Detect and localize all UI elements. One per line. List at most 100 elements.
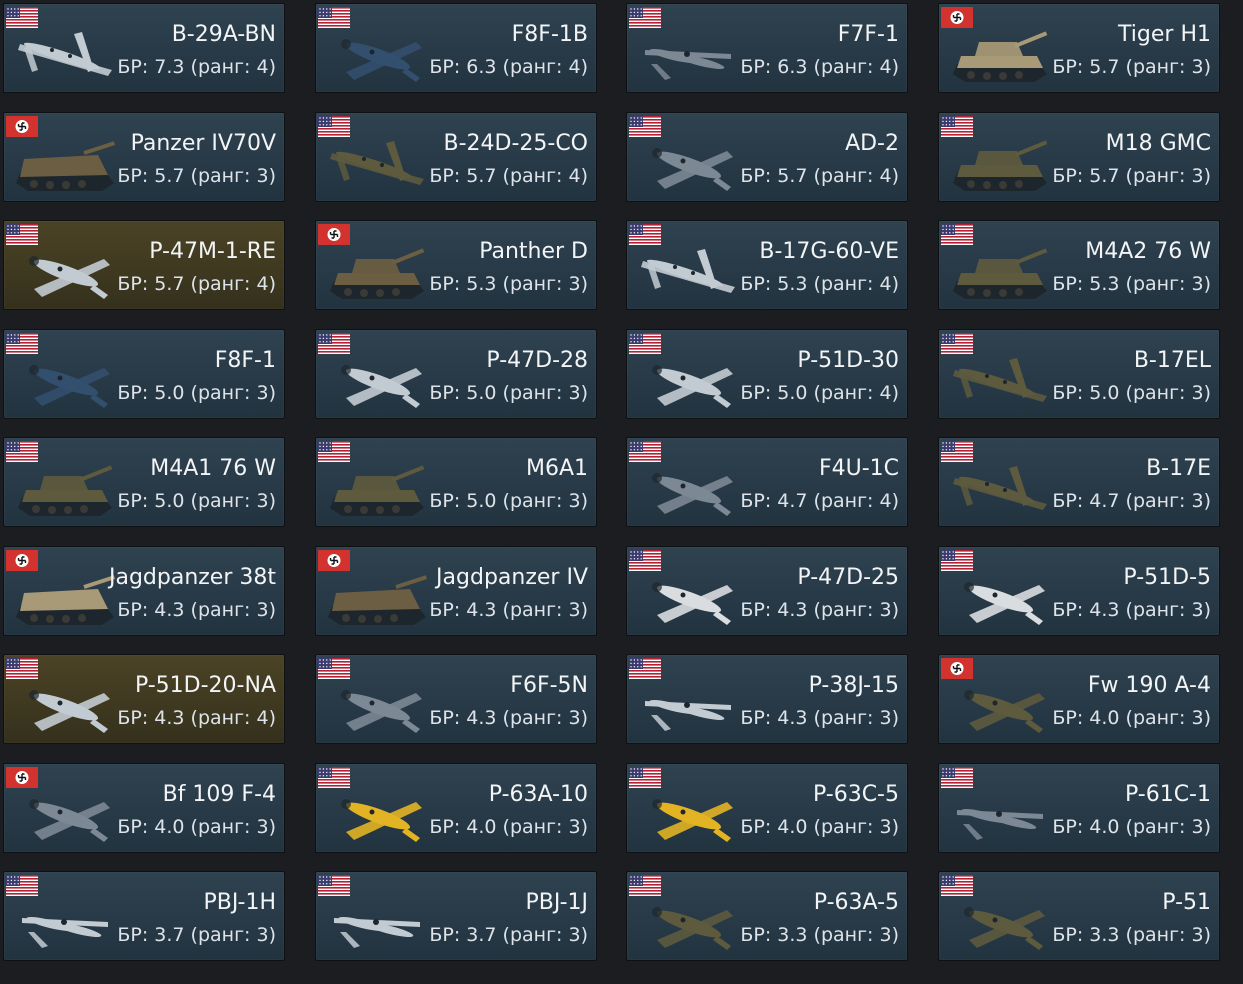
battle-rating-label: БР: 4.0 (ранг: 3) bbox=[117, 816, 276, 838]
vehicle-name: F7F-1 bbox=[837, 22, 899, 47]
vehicle-card-p-61c-1[interactable]: P-61C-1 БР: 4.0 (ранг: 3) bbox=[938, 763, 1220, 853]
aircraft-icon bbox=[652, 473, 733, 516]
vehicle-card-f6f-5n[interactable]: F6F-5N БР: 4.3 (ранг: 3) bbox=[315, 654, 597, 744]
vehicle-card-p-63a-10[interactable]: P-63A-10 БР: 4.0 (ранг: 3) bbox=[315, 763, 597, 853]
vehicle-card-f4u-1c[interactable]: F4U-1C БР: 4.7 (ранг: 4) bbox=[626, 437, 908, 527]
vehicle-card-panzer-iv70v[interactable]: Panzer IV70V БР: 5.7 (ранг: 3) bbox=[3, 112, 285, 202]
battle-rating-label: БР: 5.0 (ранг: 3) bbox=[1052, 382, 1211, 404]
vehicle-card-p-63a-5[interactable]: P-63A-5 БР: 3.3 (ранг: 3) bbox=[626, 871, 908, 961]
vehicle-name: B-24D-25-CO bbox=[443, 131, 588, 156]
battle-rating-label: БР: 7.3 (ранг: 4) bbox=[117, 56, 276, 78]
vehicle-card-ad-2[interactable]: AD-2 БР: 5.7 (ранг: 4) bbox=[626, 112, 908, 202]
vehicle-card-p-51d-20-na[interactable]: P-51D-20-NA БР: 4.3 (ранг: 4) bbox=[3, 654, 285, 744]
vehicle-card-tiger-h1[interactable]: Tiger H1 БР: 5.7 (ранг: 3) bbox=[938, 3, 1220, 93]
battle-rating-label: БР: 4.3 (ранг: 3) bbox=[1052, 599, 1211, 621]
vehicle-card-p-38j-15[interactable]: P-38J-15 БР: 4.3 (ранг: 3) bbox=[626, 654, 908, 744]
battle-rating-label: БР: 4.3 (ранг: 3) bbox=[429, 707, 588, 729]
aircraft-icon bbox=[29, 256, 110, 299]
vehicle-name: B-17EL bbox=[1133, 348, 1211, 373]
vehicle-card-m4a1-76-w[interactable]: M4A1 76 W БР: 5.0 (ранг: 3) bbox=[3, 437, 285, 527]
aircraft-icon bbox=[964, 907, 1045, 950]
vehicle-name: M4A1 76 W bbox=[150, 456, 276, 481]
aircraft-icon bbox=[341, 39, 422, 82]
battle-rating-label: БР: 4.7 (ранг: 3) bbox=[1052, 490, 1211, 512]
battle-rating-label: БР: 4.0 (ранг: 3) bbox=[1052, 816, 1211, 838]
vehicle-card-p-63c-5[interactable]: P-63C-5 БР: 4.0 (ранг: 3) bbox=[626, 763, 908, 853]
battle-rating-label: БР: 4.3 (ранг: 3) bbox=[429, 599, 588, 621]
battle-rating-label: БР: 4.3 (ранг: 3) bbox=[117, 599, 276, 621]
vehicle-card-b-17g-60-ve[interactable]: B-17G-60-VE БР: 5.3 (ранг: 4) bbox=[626, 220, 908, 310]
vehicle-card-jagdpanzer-38t[interactable]: Jagdpanzer 38t БР: 4.3 (ранг: 3) bbox=[3, 546, 285, 636]
vehicle-card-b-24d-25-co[interactable]: B-24D-25-CO БР: 5.7 (ранг: 4) bbox=[315, 112, 597, 202]
vehicle-card-m18-gmc[interactable]: M18 GMC БР: 5.7 (ранг: 3) bbox=[938, 112, 1220, 202]
vehicle-name: P-51D-20-NA bbox=[134, 673, 276, 698]
vehicle-name: F4U-1C bbox=[818, 456, 899, 481]
tank-icon bbox=[16, 141, 116, 191]
vehicle-card-panther-d[interactable]: Panther D БР: 5.3 (ранг: 3) bbox=[315, 220, 597, 310]
aircraft-icon bbox=[953, 466, 1047, 510]
aircraft-icon bbox=[645, 49, 731, 80]
battle-rating-label: БР: 4.0 (ранг: 3) bbox=[740, 816, 899, 838]
aircraft-icon bbox=[330, 141, 424, 185]
vehicle-card-p-51d-30[interactable]: P-51D-30 БР: 5.0 (ранг: 4) bbox=[626, 329, 908, 419]
vehicle-card-p-51d-5[interactable]: P-51D-5 БР: 4.3 (ранг: 3) bbox=[938, 546, 1220, 636]
battle-rating-label: БР: 5.0 (ранг: 3) bbox=[117, 490, 276, 512]
battle-rating-label: БР: 5.0 (ранг: 4) bbox=[740, 382, 899, 404]
tank-icon bbox=[953, 140, 1048, 191]
battle-rating-label: БР: 4.3 (ранг: 3) bbox=[740, 707, 899, 729]
vehicle-name: P-63C-5 bbox=[812, 782, 899, 807]
vehicle-card-jagdpanzer-iv[interactable]: Jagdpanzer IV БР: 4.3 (ранг: 3) bbox=[315, 546, 597, 636]
battle-rating-label: БР: 3.3 (ранг: 3) bbox=[1052, 924, 1211, 946]
vehicle-card-b-17el[interactable]: B-17EL БР: 5.0 (ранг: 3) bbox=[938, 329, 1220, 419]
aircraft-icon bbox=[29, 799, 110, 842]
vehicle-card-m4a2-76-w[interactable]: M4A2 76 W БР: 5.3 (ранг: 3) bbox=[938, 220, 1220, 310]
vehicle-card-p-47m-1-re[interactable]: P-47M-1-RE БР: 5.7 (ранг: 4) bbox=[3, 220, 285, 310]
vehicle-card-m6a1[interactable]: M6A1 БР: 5.0 (ранг: 3) bbox=[315, 437, 597, 527]
vehicle-card-pbj-1h[interactable]: PBJ-1H БР: 3.7 (ранг: 3) bbox=[3, 871, 285, 961]
aircraft-icon bbox=[652, 907, 733, 950]
aircraft-icon bbox=[334, 917, 420, 948]
vehicle-name: Tiger H1 bbox=[1118, 22, 1211, 47]
vehicle-name: Jagdpanzer IV bbox=[436, 565, 588, 590]
battle-rating-label: БР: 5.0 (ранг: 3) bbox=[429, 490, 588, 512]
vehicle-card-p-47d-25[interactable]: P-47D-25 БР: 4.3 (ранг: 3) bbox=[626, 546, 908, 636]
vehicle-card-f8f-1[interactable]: F8F-1 БР: 5.0 (ранг: 3) bbox=[3, 329, 285, 419]
battle-rating-label: БР: 4.3 (ранг: 4) bbox=[117, 707, 276, 729]
vehicle-name: P-47M-1-RE bbox=[149, 239, 276, 264]
vehicle-card-bf-109-f-4[interactable]: Bf 109 F-4 БР: 4.0 (ранг: 3) bbox=[3, 763, 285, 853]
vehicle-card-p-47d-28[interactable]: P-47D-28 БР: 5.0 (ранг: 3) bbox=[315, 329, 597, 419]
vehicle-name: M6A1 bbox=[525, 456, 588, 481]
vehicle-name: PBJ-1H bbox=[203, 890, 276, 915]
aircraft-icon bbox=[22, 917, 108, 948]
vehicle-name: F6F-5N bbox=[510, 673, 588, 698]
vehicle-name: Panther D bbox=[479, 239, 588, 264]
vehicle-name: M18 GMC bbox=[1105, 131, 1211, 156]
vehicle-name: Panzer IV70V bbox=[130, 131, 276, 156]
tank-icon bbox=[330, 465, 425, 516]
battle-rating-label: БР: 4.0 (ранг: 3) bbox=[429, 816, 588, 838]
vehicle-name: Bf 109 F-4 bbox=[162, 782, 276, 807]
battle-rating-label: БР: 5.7 (ранг: 4) bbox=[117, 273, 276, 295]
vehicle-card-p-51[interactable]: P-51 БР: 3.3 (ранг: 3) bbox=[938, 871, 1220, 961]
tank-icon bbox=[330, 248, 425, 299]
vehicle-card-fw-190-a-4[interactable]: Fw 190 A-4 БР: 4.0 (ранг: 3) bbox=[938, 654, 1220, 744]
vehicle-card-b-17e[interactable]: B-17E БР: 4.7 (ранг: 3) bbox=[938, 437, 1220, 527]
vehicle-card-f8f-1b[interactable]: F8F-1B БР: 6.3 (ранг: 4) bbox=[315, 3, 597, 93]
tank-icon bbox=[16, 575, 116, 625]
battle-rating-label: БР: 5.3 (ранг: 3) bbox=[429, 273, 588, 295]
vehicle-name: P-47D-28 bbox=[486, 348, 588, 373]
battle-rating-label: БР: 5.0 (ранг: 3) bbox=[429, 382, 588, 404]
battle-rating-label: БР: 5.7 (ранг: 3) bbox=[1052, 56, 1211, 78]
vehicle-card-b-29a-bn[interactable]: B-29A-BN БР: 7.3 (ранг: 4) bbox=[3, 3, 285, 93]
vehicle-card-f7f-1[interactable]: F7F-1 БР: 6.3 (ранг: 4) bbox=[626, 3, 908, 93]
aircraft-icon bbox=[645, 700, 731, 731]
aircraft-icon bbox=[341, 690, 422, 733]
battle-rating-label: БР: 4.0 (ранг: 3) bbox=[1052, 707, 1211, 729]
aircraft-icon bbox=[641, 249, 735, 293]
vehicle-card-pbj-1j[interactable]: PBJ-1J БР: 3.7 (ранг: 3) bbox=[315, 871, 597, 961]
battle-rating-label: БР: 5.7 (ранг: 3) bbox=[117, 165, 276, 187]
vehicle-name: P-61C-1 bbox=[1124, 782, 1211, 807]
tank-icon bbox=[328, 575, 428, 625]
aircraft-icon bbox=[957, 809, 1043, 840]
vehicle-name: P-63A-5 bbox=[813, 890, 899, 915]
